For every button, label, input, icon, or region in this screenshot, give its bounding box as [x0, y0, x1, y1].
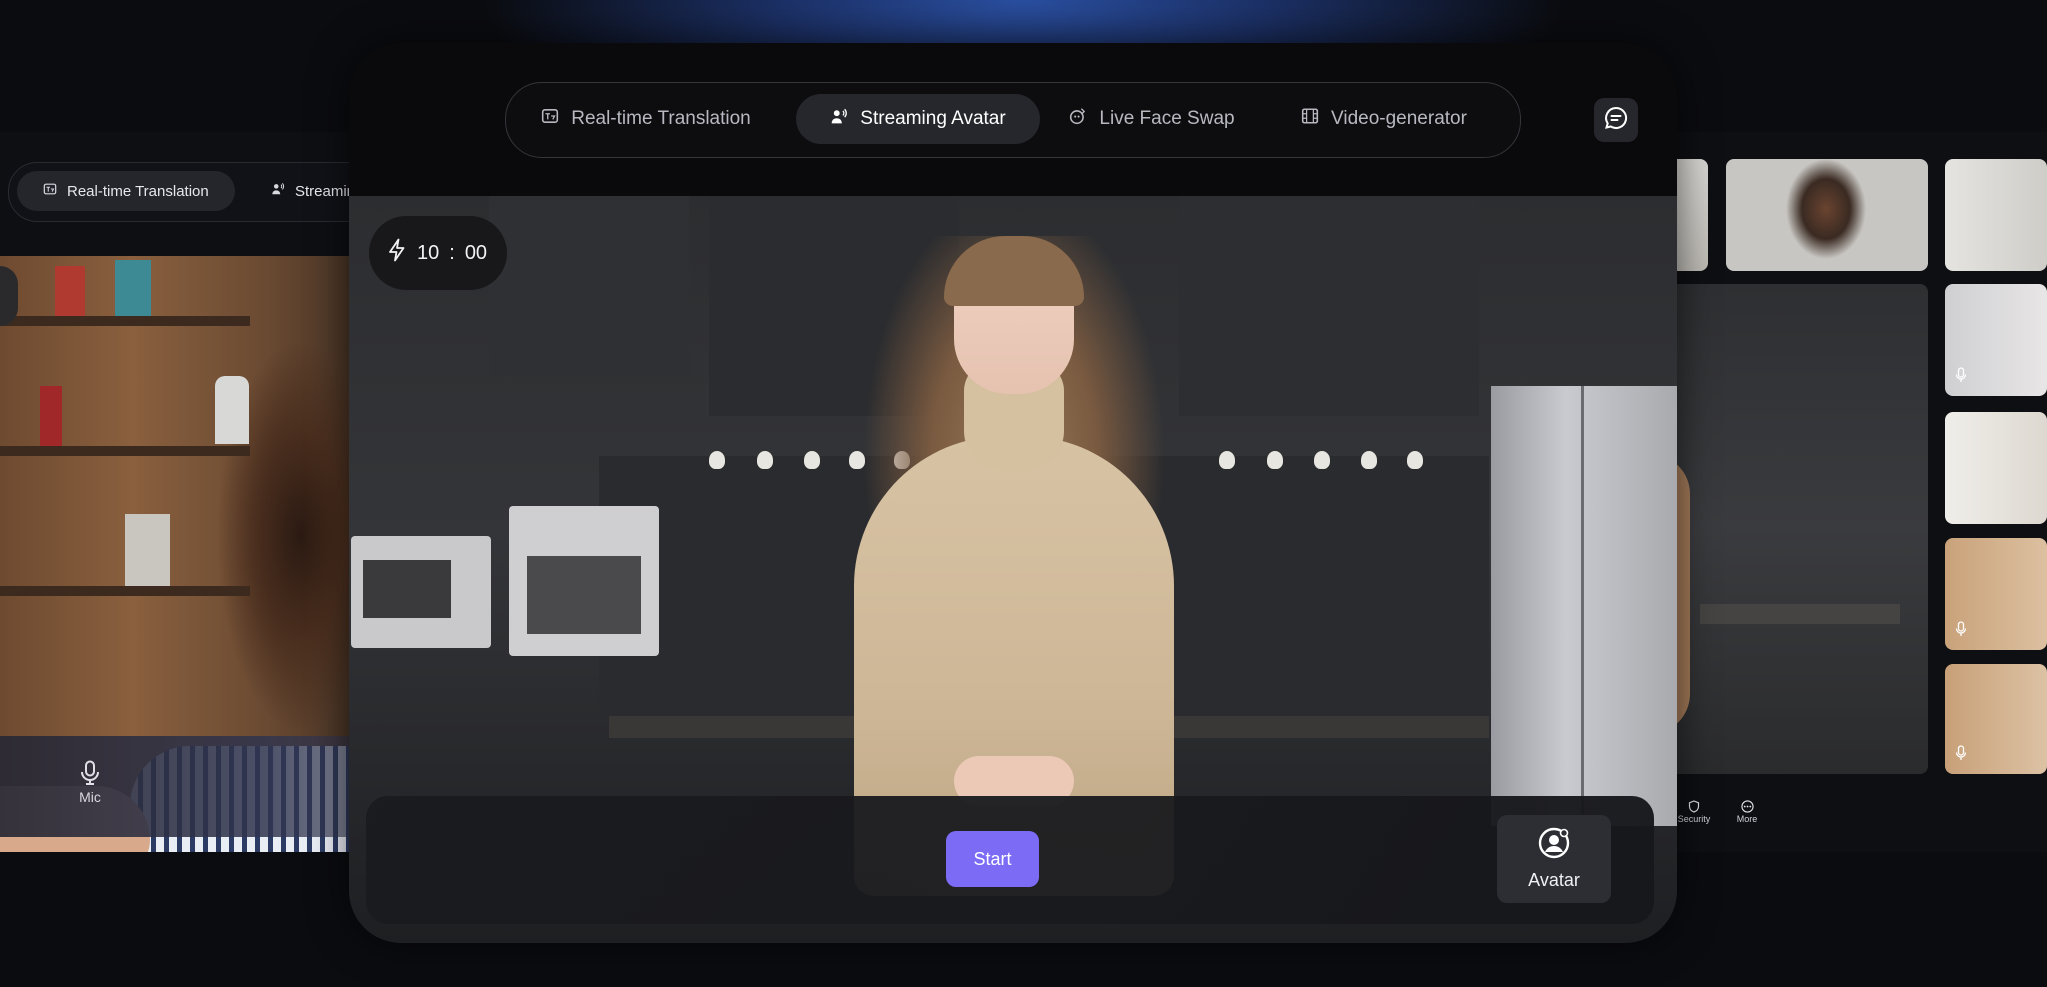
tab-label: Real-time Translation	[571, 108, 751, 129]
microphone-icon	[1955, 621, 1967, 642]
lightning-icon	[387, 238, 407, 268]
avatar-stream-icon	[830, 107, 848, 131]
microphone-icon	[1955, 745, 1967, 766]
participant-tile[interactable]	[1945, 664, 2047, 774]
tab-label: Video-generator	[1331, 108, 1467, 129]
more-icon	[1732, 800, 1762, 814]
avatar-label: Avatar	[1528, 870, 1580, 890]
participant-tile[interactable]	[1945, 412, 2047, 524]
translate-icon	[541, 107, 559, 131]
left-tab-bar: Real-time Translation Streamin	[8, 162, 380, 222]
feature-tab-bar: Real-time Translation Streaming Avatar L…	[505, 82, 1521, 158]
left-control-bar	[0, 736, 380, 837]
mic-button[interactable]: Mic	[70, 760, 110, 805]
avatar-button[interactable]: Avatar	[1497, 815, 1611, 903]
left-tab-label: Real-time Translation	[67, 182, 209, 200]
main-participant-video	[1640, 284, 1928, 774]
start-button[interactable]: Start	[946, 831, 1039, 887]
right-meeting-window: creen Security More	[1640, 132, 2047, 852]
timer-separator: :	[449, 241, 455, 264]
film-icon	[1301, 107, 1319, 131]
microphone-icon	[79, 760, 101, 789]
participant-tile[interactable]	[1945, 538, 2047, 650]
timer-minutes: 10	[417, 241, 440, 264]
tab-live-face-swap[interactable]: Live Face Swap	[1064, 94, 1240, 144]
participant-tile[interactable]	[1945, 159, 2047, 271]
microphone-icon	[1955, 367, 1967, 388]
left-tab-label: Streamin	[295, 182, 356, 200]
left-tab-real-time-translation[interactable]: Real-time Translation	[17, 171, 235, 211]
avatar-icon	[1538, 827, 1570, 864]
session-timer: 10 : 00	[369, 216, 507, 290]
meeting-control-more[interactable]: More	[1732, 800, 1762, 824]
tab-streaming-avatar[interactable]: Streaming Avatar	[796, 94, 1040, 144]
participant-tile[interactable]	[1945, 284, 2047, 396]
chat-icon	[1603, 105, 1629, 136]
tab-real-time-translation[interactable]: Real-time Translation	[526, 94, 766, 144]
translate-icon	[43, 182, 57, 200]
tab-label: Streaming Avatar	[860, 108, 1006, 129]
left-preview-window: Real-time Translation Streamin Mic	[0, 132, 380, 852]
meeting-control-security[interactable]: Security	[1674, 800, 1714, 824]
face-swap-icon	[1069, 107, 1087, 131]
timer-seconds: 00	[464, 241, 488, 264]
mic-label: Mic	[79, 789, 101, 805]
main-app-window: Real-time Translation Streaming Avatar L…	[349, 43, 1677, 943]
participant-tile[interactable]	[1726, 159, 1928, 271]
tab-label: Live Face Swap	[1099, 108, 1235, 129]
avatar-stream-icon	[271, 182, 285, 200]
left-tab-streaming[interactable]: Streamin	[271, 171, 355, 211]
chat-button[interactable]	[1594, 98, 1638, 142]
tab-video-generator[interactable]: Video-generator	[1286, 94, 1482, 144]
shield-icon	[1674, 800, 1714, 814]
